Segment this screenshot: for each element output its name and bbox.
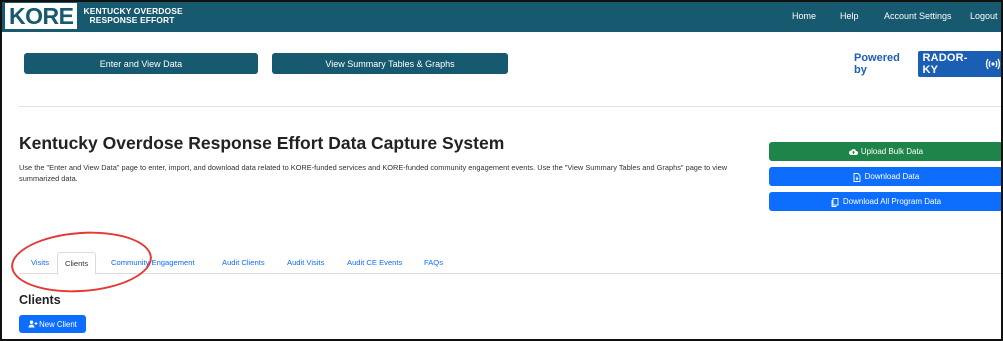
brand-logo[interactable]: KORE KENTUCKY OVERDOSE RESPONSE EFFORT bbox=[5, 3, 183, 29]
new-client-label: New Client bbox=[39, 319, 77, 329]
upload-bulk-data-label: Upload Bulk Data bbox=[860, 147, 924, 156]
radar-icon bbox=[985, 58, 1001, 70]
user-plus-icon bbox=[28, 320, 38, 328]
rador-ky-brand: RADOR-KY bbox=[922, 51, 968, 76]
download-data-button[interactable]: Download Data bbox=[769, 167, 1003, 186]
tab-faqs[interactable]: FAQs bbox=[424, 252, 443, 274]
nav-account-settings[interactable]: Account Settings bbox=[884, 0, 952, 32]
tab-audit-ce-events[interactable]: Audit CE Events bbox=[347, 252, 402, 274]
view-summary-button[interactable]: View Summary Tables & Graphs bbox=[272, 53, 508, 74]
tab-audit-clients[interactable]: Audit Clients bbox=[222, 252, 265, 274]
tab-visits[interactable]: Visits bbox=[31, 252, 49, 274]
download-all-program-data-label: Download All Program Data bbox=[842, 197, 942, 206]
header-divider bbox=[19, 106, 1003, 107]
page-title: Kentucky Overdose Response Effort Data C… bbox=[19, 133, 505, 153]
tab-community-engagement[interactable]: Community Engagement bbox=[111, 252, 195, 274]
logo-subtitle: KENTUCKY OVERDOSE RESPONSE EFFORT bbox=[83, 7, 182, 25]
nav-home[interactable]: Home bbox=[792, 0, 816, 32]
rador-ky-logo: RADOR-KY bbox=[918, 50, 1003, 77]
tab-audit-visits[interactable]: Audit Visits bbox=[287, 252, 324, 274]
tab-bar: Visits Clients Community Engagement Audi… bbox=[19, 252, 1003, 275]
logo-subtitle-line2: RESPONSE EFFORT bbox=[89, 15, 175, 25]
tab-clients[interactable]: Clients bbox=[57, 252, 97, 275]
upload-bulk-data-button[interactable]: Upload Bulk Data bbox=[769, 142, 1003, 161]
new-client-button[interactable]: New Client bbox=[19, 315, 86, 333]
top-navbar: KORE KENTUCKY OVERDOSE RESPONSE EFFORT H… bbox=[0, 0, 1003, 32]
download-data-label: Download Data bbox=[864, 172, 920, 181]
nav-help[interactable]: Help bbox=[840, 0, 859, 32]
page-description: Use the "Enter and View Data" page to en… bbox=[19, 163, 728, 183]
download-all-program-data-button[interactable]: Download All Program Data bbox=[769, 192, 1003, 211]
section-title: Clients bbox=[19, 293, 61, 307]
cloud-upload-icon bbox=[848, 148, 858, 156]
powered-by-label: Powered by bbox=[854, 51, 900, 76]
nav-logout[interactable]: Logout bbox=[970, 0, 998, 32]
enter-view-data-button[interactable]: Enter and View Data bbox=[24, 53, 258, 74]
file-download-icon bbox=[853, 172, 861, 182]
powered-by: Powered by RADOR-KY bbox=[854, 50, 1003, 77]
kore-logo-text: KORE bbox=[5, 3, 78, 29]
files-icon bbox=[831, 197, 839, 207]
